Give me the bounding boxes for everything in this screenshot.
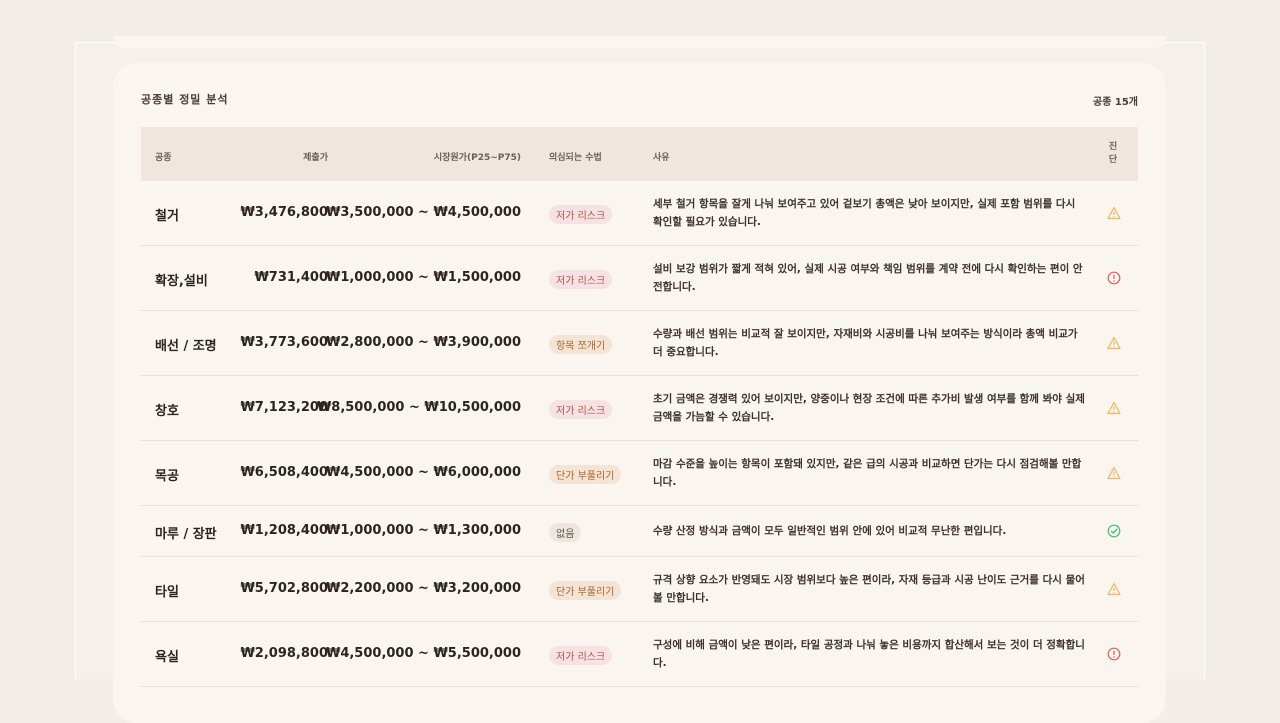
market-range: ₩3,500,000 ~ ₩4,500,000	[325, 205, 521, 220]
submitted-price: ₩1,208,400	[240, 523, 328, 538]
market-range: ₩8,500,000 ~ ₩10,500,000	[316, 400, 521, 415]
market-range: ₩2,200,000 ~ ₩3,200,000	[325, 581, 521, 596]
trade-name: 목공	[155, 469, 179, 484]
header-method: 의심되는 수법	[549, 153, 602, 163]
method-badge: 저가 리스크	[549, 646, 613, 665]
warning-icon	[1107, 582, 1121, 596]
warning-icon	[1107, 336, 1121, 350]
trade-name: 철거	[155, 209, 179, 224]
previous-card	[113, 36, 1166, 48]
submitted-price: ₩2,098,800	[240, 646, 328, 661]
table-row[interactable]: 욕실 ₩2,098,800 ₩4,500,000 ~ ₩5,500,000 저가 리스…	[141, 622, 1138, 687]
trade-count: 공종 15개	[1093, 97, 1138, 108]
reason-text: 구성에 비해 금액이 낮은 편이라, 타일 공정과 나눠 놓은 비용까지 합산해…	[653, 639, 1085, 669]
trade-name: 배선 / 조명	[155, 339, 217, 354]
trade-name: 마루 / 장판	[155, 527, 217, 542]
table-row[interactable]: 타일 ₩5,702,800 ₩2,200,000 ~ ₩3,200,000 단가 부풀…	[141, 557, 1138, 622]
reason-text: 마감 수준을 높이는 항목이 포함돼 있지만, 같은 급의 시공과 비교하면 단…	[653, 458, 1082, 488]
reason-text: 초기 금액은 경쟁력 있어 보이지만, 양중이나 현장 조건에 따른 추가비 발…	[653, 393, 1085, 423]
method-badge: 저가 리스크	[549, 400, 613, 419]
reason-text: 규격 상향 요소가 반영돼도 시장 범위보다 높은 편이라, 자재 등급과 시공…	[653, 574, 1085, 604]
trade-name: 창호	[155, 404, 179, 419]
header-market: 시장원가(P25~P75)	[433, 153, 521, 163]
table-row[interactable]: 배선 / 조명 ₩3,773,600 ₩2,800,000 ~ ₩3,900,000…	[141, 311, 1138, 376]
header-price: 제출가	[303, 153, 328, 163]
reason-text: 세부 철거 항목을 잘게 나눠 보여주고 있어 겉보기 총액은 낮아 보이지만,…	[653, 198, 1076, 228]
table-row[interactable]: 창호 ₩7,123,200 ₩8,500,000 ~ ₩10,500,000 저가 리…	[141, 376, 1138, 441]
submitted-price: ₩6,508,400	[240, 465, 328, 480]
submitted-price: ₩3,476,800	[240, 205, 328, 220]
method-badge: 저가 리스크	[549, 270, 613, 289]
reason-text: 설비 보강 범위가 짧게 적혀 있어, 실제 시공 여부와 책임 범위를 계약 …	[653, 263, 1083, 293]
method-badge: 없음	[549, 523, 582, 542]
trade-name: 타일	[155, 585, 179, 600]
table-row[interactable]: 목공 ₩6,508,400 ₩4,500,000 ~ ₩6,000,000 단가 부풀…	[141, 441, 1138, 506]
table-body: 철거 ₩3,476,800 ₩3,500,000 ~ ₩4,500,000 저가 리스…	[141, 181, 1138, 687]
method-badge: 항목 쪼개기	[549, 335, 613, 354]
reason-text: 수량과 배선 범위는 비교적 잘 보이지만, 자재비와 시공비를 나눠 보여주는…	[653, 328, 1078, 358]
analysis-table: 공종 제출가 시장원가(P25~P75) 의심되는 수법 사유 진단 철거 ₩3,…	[141, 127, 1138, 687]
table-header: 공종 제출가 시장원가(P25~P75) 의심되는 수법 사유 진단	[141, 127, 1138, 181]
table-row[interactable]: 철거 ₩3,476,800 ₩3,500,000 ~ ₩4,500,000 저가 리스…	[141, 181, 1138, 246]
warning-icon	[1107, 466, 1121, 480]
ok-icon	[1107, 524, 1121, 538]
method-badge: 저가 리스크	[549, 205, 613, 224]
header-reason: 사유	[653, 153, 670, 163]
trade-analysis-card: 공종별 정밀 분석 공종 15개 공종 제출가 시장원가(P25~P75) 의심…	[113, 63, 1166, 723]
header-trade: 공종	[155, 153, 172, 163]
market-range: ₩4,500,000 ~ ₩6,000,000	[325, 465, 521, 480]
trade-name: 확장,설비	[155, 274, 208, 289]
market-range: ₩1,000,000 ~ ₩1,500,000	[325, 270, 521, 285]
warning-icon	[1107, 401, 1121, 415]
trade-name: 욕실	[155, 650, 179, 665]
market-range: ₩2,800,000 ~ ₩3,900,000	[325, 335, 521, 350]
market-range: ₩1,000,000 ~ ₩1,300,000	[325, 523, 521, 538]
submitted-price: ₩731,400	[254, 270, 328, 285]
submitted-price: ₩5,702,800	[240, 581, 328, 596]
submitted-price: ₩3,773,600	[240, 335, 328, 350]
table-row[interactable]: 확장,설비 ₩731,400 ₩1,000,000 ~ ₩1,500,000 저가 리…	[141, 246, 1138, 311]
warning-icon	[1107, 206, 1121, 220]
danger-icon	[1107, 271, 1121, 285]
table-row[interactable]: 마루 / 장판 ₩1,208,400 ₩1,000,000 ~ ₩1,300,000…	[141, 506, 1138, 557]
section-title: 공종별 정밀 분석	[141, 93, 229, 106]
method-badge: 단가 부풀리기	[549, 465, 622, 484]
reason-text: 수량 산정 방식과 금액이 모두 일반적인 범위 안에 있어 비교적 무난한 편…	[653, 525, 1007, 537]
submitted-price: ₩7,123,200	[240, 400, 328, 415]
method-badge: 단가 부풀리기	[549, 581, 622, 600]
header-diagnosis: 진단	[1108, 142, 1118, 165]
market-range: ₩4,500,000 ~ ₩5,500,000	[325, 646, 521, 661]
danger-icon	[1107, 647, 1121, 661]
